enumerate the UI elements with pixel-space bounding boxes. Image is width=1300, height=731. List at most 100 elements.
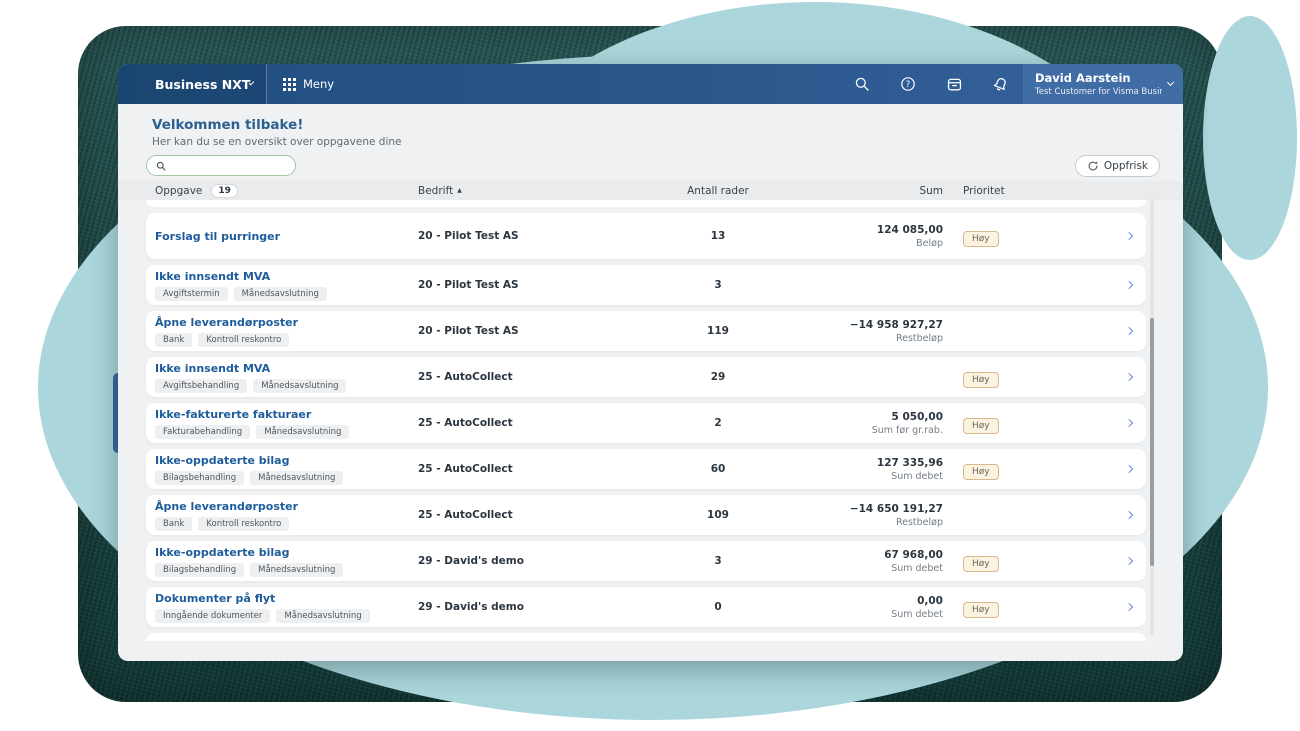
column-company[interactable]: Bedrift ▲	[418, 185, 668, 197]
sum-value: 127 335,96	[768, 457, 943, 469]
task-tags: BankKontroll reskontro	[155, 517, 418, 531]
priority-cell: Høy	[943, 413, 1063, 434]
row-count-cell: 109	[668, 509, 768, 521]
sum-label: Restbeløp	[768, 333, 943, 344]
column-priority: Prioritet	[943, 185, 1063, 197]
company-cell: 20 - Pilot Test AS	[418, 325, 668, 337]
sum-label: Restbeløp	[768, 517, 943, 528]
open-task-button[interactable]	[1063, 374, 1146, 380]
priority-badge: Høy	[963, 231, 999, 247]
user-company: Test Customer for Visma Busines...	[1035, 87, 1162, 97]
open-task-button[interactable]	[1063, 233, 1146, 239]
row-count-cell: 0	[668, 601, 768, 613]
task-tag: Avgiftsbehandling	[155, 379, 247, 393]
row-count-cell: 29	[668, 371, 768, 383]
task-cell: Ikke-oppdaterte bilag BilagsbehandlingMå…	[155, 546, 418, 577]
open-task-button[interactable]	[1063, 512, 1146, 518]
task-tag: Kontroll reskontro	[198, 517, 289, 531]
task-row[interactable]: Ikke-oppdaterte bilag BilagsbehandlingMå…	[146, 541, 1146, 581]
search-icon	[156, 161, 166, 171]
bell-icon	[992, 76, 1009, 93]
priority-badge: Høy	[963, 464, 999, 480]
sum-label: Beløp	[768, 238, 943, 249]
help-button[interactable]: ?	[885, 64, 931, 104]
task-title: Dokumenter på flyt	[155, 592, 418, 605]
open-task-button[interactable]	[1063, 604, 1146, 610]
wallet-button[interactable]	[931, 64, 977, 104]
task-title: Åpne leverandørposter	[155, 316, 418, 329]
sum-cell: −14 958 927,27 Restbeløp	[768, 319, 943, 344]
app-header: Business NXT Meny ?	[118, 64, 1183, 104]
chevron-right-icon	[1125, 232, 1133, 240]
priority-badge: Høy	[963, 418, 999, 434]
notifications-button[interactable]	[977, 64, 1023, 104]
sum-cell: 0,00 Sum debet	[768, 595, 943, 620]
task-row[interactable]: Ikke-fakturerte fakturaer Fakturabehandl…	[146, 403, 1146, 443]
task-tag: Avgiftstermin	[155, 287, 228, 301]
welcome-block: Velkommen tilbake! Her kan du se en over…	[152, 117, 1183, 148]
scrollbar-track[interactable]	[1150, 198, 1154, 635]
user-info: David Aarstein Test Customer for Visma B…	[1035, 71, 1162, 97]
sum-cell: 124 085,00 Beløp	[768, 224, 943, 249]
open-task-button[interactable]	[1063, 466, 1146, 472]
task-row[interactable]: Ikke innsendt MVA AvgiftsbehandlingMåned…	[146, 357, 1146, 397]
column-rowcount: Antall rader	[668, 185, 768, 197]
task-row[interactable]: Åpne leverandørposter BankKontroll resko…	[146, 495, 1146, 535]
priority-badge: Høy	[963, 556, 999, 572]
task-title: Åpne leverandørposter	[155, 500, 418, 513]
task-cell: Dokumenter på flyt Inngående dokumenterM…	[155, 592, 418, 623]
priority-badge: Høy	[963, 372, 999, 388]
sum-label: Sum før gr.rab.	[768, 425, 943, 436]
task-tags: BilagsbehandlingMånedsavslutning	[155, 471, 418, 485]
task-row[interactable]: Forslag til purringer 20 - Pilot Test AS…	[146, 213, 1146, 259]
chevron-right-icon	[1125, 603, 1133, 611]
scrollbar-thumb[interactable]	[1150, 318, 1154, 566]
refresh-button[interactable]: Oppfrisk	[1075, 155, 1160, 177]
priority-badge: Høy	[963, 602, 999, 618]
task-title: Ikke innsendt MVA	[155, 270, 418, 283]
open-task-button[interactable]	[1063, 558, 1146, 564]
open-task-button[interactable]	[1063, 282, 1146, 288]
task-title: Ikke-oppdaterte bilag	[155, 454, 418, 467]
task-row[interactable]: Ikke-oppdaterte bilag BilagsbehandlingMå…	[146, 449, 1146, 489]
task-row[interactable]: Ikke innsendt MVA AvgiftsterminMånedsavs…	[146, 265, 1146, 305]
column-sum: Sum	[768, 185, 943, 197]
row-count-cell: 119	[668, 325, 768, 337]
sum-value: −14 650 191,27	[768, 503, 943, 515]
task-tag: Månedsavslutning	[250, 563, 343, 577]
chevron-down-icon	[1167, 79, 1174, 86]
chevron-right-icon	[1125, 373, 1133, 381]
search-button[interactable]	[839, 64, 885, 104]
task-tags: BankKontroll reskontro	[155, 333, 418, 347]
sum-value: 5 050,00	[768, 411, 943, 423]
sum-value: −14 958 927,27	[768, 319, 943, 331]
task-tags: Inngående dokumenterMånedsavslutning	[155, 609, 418, 623]
search-input[interactable]	[171, 160, 283, 171]
sum-value: 0,00	[768, 595, 943, 607]
task-search[interactable]	[146, 155, 296, 176]
open-task-button[interactable]	[1063, 328, 1146, 334]
task-tag: Månedsavslutning	[250, 471, 343, 485]
sort-ascending-icon: ▲	[457, 187, 462, 194]
chevron-right-icon	[1125, 281, 1133, 289]
app-window: Business NXT Meny ?	[118, 64, 1183, 661]
help-icon: ?	[900, 76, 916, 92]
task-row[interactable]: Dokumenter på flyt Inngående dokumenterM…	[146, 587, 1146, 627]
welcome-title: Velkommen tilbake!	[152, 117, 1183, 133]
sum-label: Sum debet	[768, 471, 943, 482]
open-task-button[interactable]	[1063, 420, 1146, 426]
chevron-down-icon	[249, 80, 254, 85]
app-body: Velkommen tilbake! Her kan du se en over…	[118, 104, 1183, 661]
task-tag: Inngående dokumenter	[155, 609, 270, 623]
user-menu[interactable]: David Aarstein Test Customer for Visma B…	[1023, 64, 1183, 104]
task-tags: BilagsbehandlingMånedsavslutning	[155, 563, 418, 577]
grid-menu-icon	[283, 78, 296, 91]
task-row[interactable]: Åpne leverandørposter BankKontroll resko…	[146, 311, 1146, 351]
company-cell: 20 - Pilot Test AS	[418, 230, 668, 242]
column-task: Oppgave 19	[155, 184, 418, 198]
menu-button[interactable]: Meny	[267, 64, 350, 104]
svg-text:?: ?	[906, 80, 911, 90]
app-switcher[interactable]: Business NXT	[118, 64, 266, 104]
user-name: David Aarstein	[1035, 71, 1162, 85]
task-title: Ikke-oppdaterte bilag	[155, 546, 418, 559]
